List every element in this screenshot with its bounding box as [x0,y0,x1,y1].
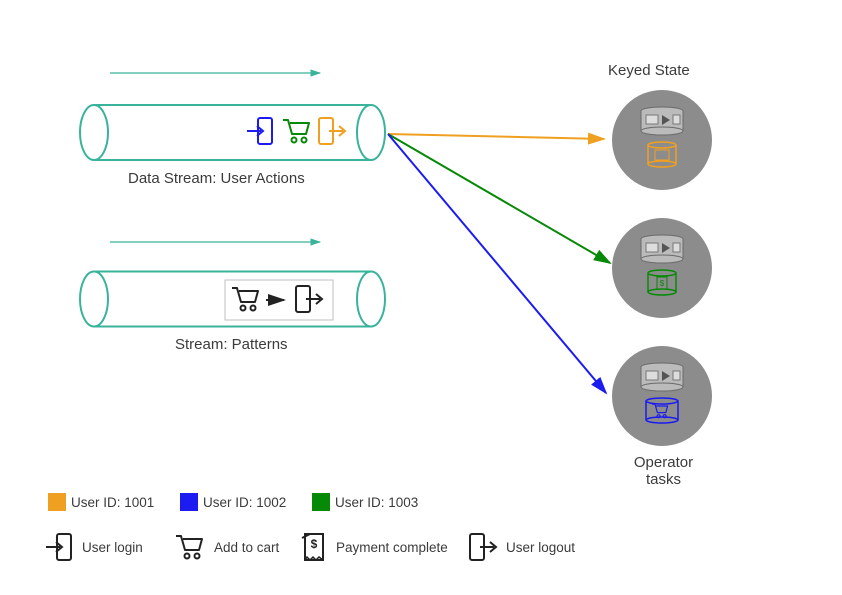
swatch-orange [48,493,66,511]
stream-1-label: Data Stream: User Actions [128,170,305,187]
connector-orange [388,134,604,139]
pipe-1-right-cap [357,105,385,160]
legend-icon-login: User login [44,532,143,562]
legend-icon-cart: Add to cart [174,532,279,562]
legend-label: User logout [506,540,575,555]
legend-label: Payment complete [336,540,448,555]
svg-text:$: $ [311,537,318,551]
legend-label: User ID: 1002 [203,495,286,510]
logout-icon [468,532,498,562]
login-icon [247,118,272,144]
pattern-box [225,280,333,320]
operator-circle-3 [612,346,712,446]
login-icon [44,532,74,562]
legend-label: Add to cart [214,540,279,555]
legend-user-1003: User ID: 1003 [312,493,418,511]
logout-icon [319,118,345,144]
cart-icon [174,532,206,562]
legend-label: User ID: 1001 [71,495,154,510]
operator-circle-1 [612,90,712,190]
stream-2-label: Stream: Patterns [175,336,288,353]
connector-blue [388,134,606,393]
logout-icon [296,286,322,312]
cylinder-icon: $ [648,270,676,295]
legend-user-1001: User ID: 1001 [48,493,154,511]
cylinder-icon [648,142,676,167]
legend-label: User login [82,540,143,555]
svg-text:$: $ [660,279,665,288]
pipe-2-left-cap [80,272,108,327]
db-icon [641,107,683,135]
operator-circle-2 [612,218,712,318]
pipe-1-left-cap [80,105,108,160]
connector-green [388,134,610,263]
swatch-blue [180,493,198,511]
legend-icon-receipt: $ Payment complete [300,532,448,562]
db-icon [641,235,683,263]
keyed-state-label: Keyed State [608,62,690,79]
cart-icon [232,288,258,311]
swatch-green [312,493,330,511]
cylinder-icon [646,398,678,423]
receipt-icon: $ [300,532,328,562]
pipe-2-right-cap [357,272,385,327]
legend-icon-logout: User logout [468,532,575,562]
legend-label: User ID: 1003 [335,495,418,510]
db-icon [641,363,683,391]
cart-icon [283,120,309,143]
operator-tasks-label: Operator tasks [616,454,711,488]
legend-user-1002: User ID: 1002 [180,493,286,511]
